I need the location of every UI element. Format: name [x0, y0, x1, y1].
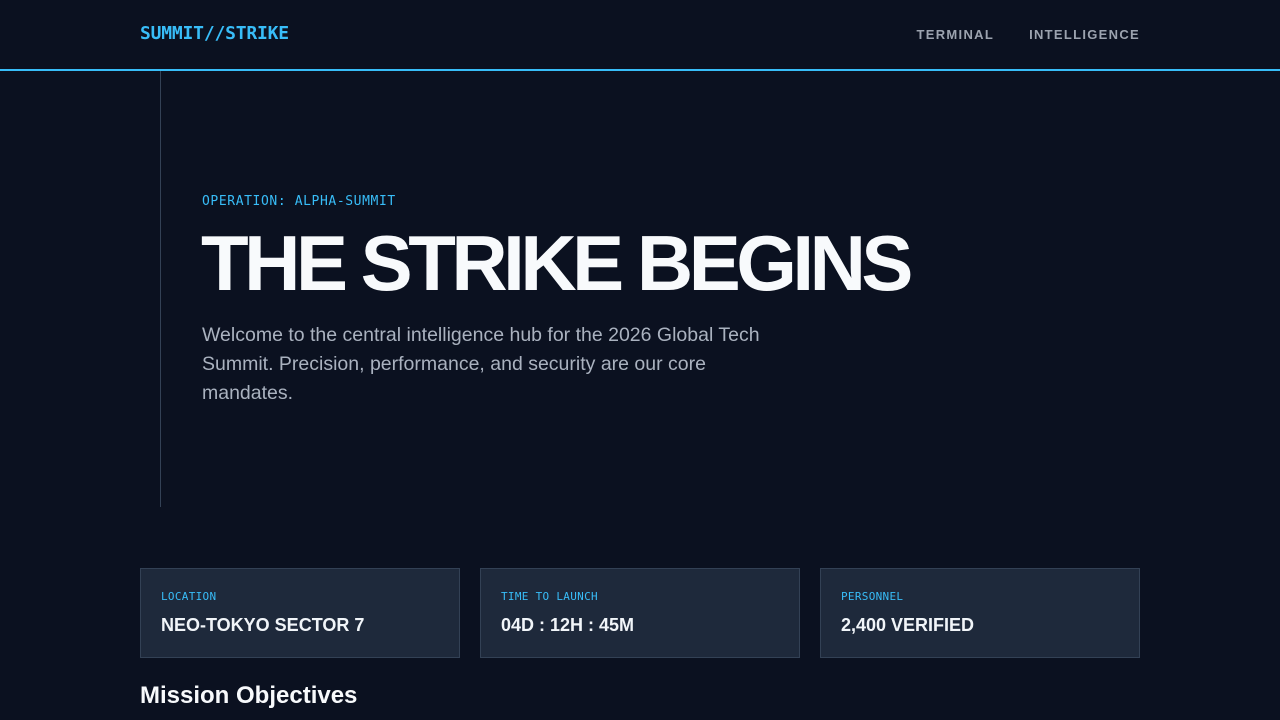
stat-label: TIME TO LAUNCH — [501, 590, 598, 603]
top-navigation-bar: SUMMIT//STRIKE TERMINAL INTELLIGENCE — [0, 0, 1280, 71]
brand-logo-link[interactable]: SUMMIT//STRIKE — [140, 23, 289, 44]
main-nav: TERMINAL INTELLIGENCE — [917, 27, 1141, 42]
stat-label: PERSONNEL — [841, 590, 904, 603]
hero-description: Welcome to the central intelligence hub … — [202, 324, 760, 404]
stat-value: NEO-TOKYO SECTOR 7 — [161, 615, 365, 635]
operation-eyebrow: OPERATION: ALPHA-SUMMIT — [202, 194, 396, 209]
hero-headline: THE STRIKE BEGINS — [201, 219, 913, 307]
nav-link-terminal[interactable]: TERMINAL — [917, 27, 995, 42]
stat-label: LOCATION — [161, 590, 217, 603]
stat-card-personnel: PERSONNEL 2,400 VERIFIED — [820, 568, 1140, 658]
hero-section: OPERATION: ALPHA-SUMMIT THE STRIKE BEGIN… — [160, 71, 1140, 507]
stat-value: 04D : 12H : 45M — [501, 615, 635, 635]
stat-value: 2,400 VERIFIED — [841, 615, 975, 635]
nav-link-intelligence[interactable]: INTELLIGENCE — [1029, 27, 1140, 42]
stats-row: LOCATION NEO-TOKYO SECTOR 7 TIME TO LAUN… — [140, 568, 1140, 658]
stat-card-time-to-launch: TIME TO LAUNCH 04D : 12H : 45M — [480, 568, 800, 658]
mission-objectives-heading: Mission Objectives — [140, 682, 358, 709]
stat-card-location: LOCATION NEO-TOKYO SECTOR 7 — [140, 568, 460, 658]
